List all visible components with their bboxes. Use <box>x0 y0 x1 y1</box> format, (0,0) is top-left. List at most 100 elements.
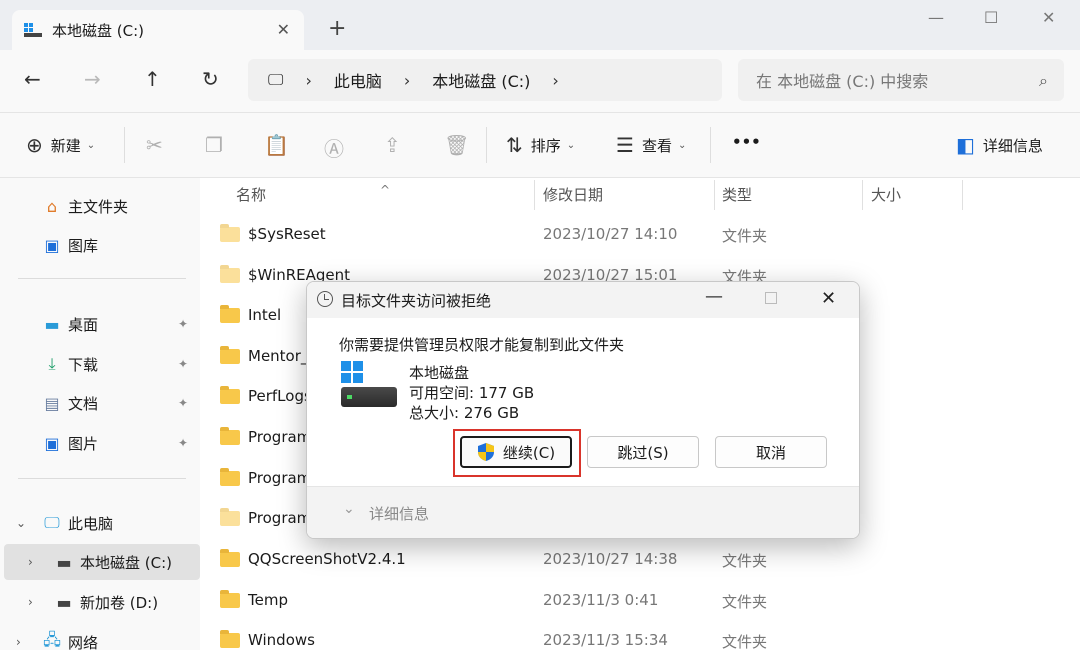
sidebar-item-network[interactable]: › 🖧 网络 <box>0 624 196 650</box>
breadcrumb-separator[interactable]: › <box>305 71 311 90</box>
table-row[interactable]: QQScreenShotV2.4.1 2023/10/27 14:38 文件夹 <box>220 540 1060 580</box>
more-details-link[interactable]: 详细信息 <box>369 503 429 524</box>
sort-label: 排序 <box>530 136 561 155</box>
breadcrumb-separator[interactable]: › <box>404 71 410 90</box>
folder-icon <box>220 386 240 404</box>
sidebar-item-desktop[interactable]: ▬ 桌面 ✦ <box>0 306 196 342</box>
windows-logo-icon <box>341 361 363 383</box>
chevron-right-icon[interactable]: › <box>28 595 33 609</box>
forward-button[interactable]: → <box>84 68 101 90</box>
sidebar-item-drive-c[interactable]: › ▬ 本地磁盘 (C:) <box>4 544 200 580</box>
address-bar[interactable]: 🖵 › 此电脑 › 本地磁盘 (C:) › <box>248 59 722 101</box>
sidebar-item-gallery[interactable]: ▣ 图库 <box>0 227 196 263</box>
new-tab-button[interactable]: + <box>328 18 346 40</box>
paste-icon[interactable]: 📋 <box>264 133 289 157</box>
copy-icon[interactable]: ❐ <box>205 133 223 157</box>
navigation-pane: ⌂ 主文件夹 ▣ 图库 ▬ 桌面 ✦ ⤓ 下载 ✦ ▤ 文档 ✦ ▣ 图片 ✦ … <box>0 178 200 650</box>
chevron-down-icon: ⌄ <box>86 139 96 151</box>
column-divider[interactable] <box>714 180 715 210</box>
sidebar-item-label: 此电脑 <box>68 514 114 533</box>
pin-icon[interactable]: ✦ <box>178 396 188 410</box>
close-window-button[interactable]: ✕ <box>1042 8 1055 27</box>
dialog-close-button[interactable]: ✕ <box>821 288 836 309</box>
back-button[interactable]: ← <box>24 68 41 90</box>
column-divider[interactable] <box>534 180 535 210</box>
file-date: 2023/11/3 15:34 <box>543 631 668 649</box>
drive-icon: ▬ <box>56 552 72 572</box>
dialog-body: 你需要提供管理员权限才能复制到此文件夹 本地磁盘 可用空间: 177 GB 总大… <box>307 318 859 486</box>
skip-button[interactable]: 跳过(S) <box>587 436 699 468</box>
folder-icon <box>220 468 240 486</box>
maximize-button[interactable]: ☐ <box>984 8 998 27</box>
file-name: Mentor_ <box>248 347 309 365</box>
pin-icon[interactable]: ✦ <box>178 436 188 450</box>
gallery-icon: ▣ <box>44 235 60 255</box>
chevron-right-icon[interactable]: › <box>16 635 21 649</box>
free-space: 可用空间: 177 GB <box>409 384 535 402</box>
dialog-footer[interactable]: ⌄ 详细信息 <box>307 486 859 538</box>
access-denied-dialog: 目标文件夹访问被拒绝 — ✕ 你需要提供管理员权限才能复制到此文件夹 本地磁盘 … <box>306 281 860 539</box>
table-row[interactable]: Windows 2023/11/3 15:34 文件夹 <box>220 621 1060 650</box>
view-icon: ☰ <box>616 133 634 157</box>
share-icon[interactable]: ⇪ <box>384 133 401 157</box>
picture-icon: ▣ <box>44 433 60 453</box>
sidebar-item-pictures[interactable]: ▣ 图片 ✦ <box>0 425 196 461</box>
cut-icon[interactable]: ✂ <box>146 133 163 157</box>
divider <box>124 127 125 163</box>
pin-icon[interactable]: ✦ <box>178 317 188 331</box>
column-header-type[interactable]: 类型 <box>722 178 752 210</box>
table-row[interactable]: $SysReset 2023/10/27 14:10 文件夹 <box>220 215 1060 255</box>
sort-button[interactable]: ⇅ 排序 ⌄ <box>506 133 575 157</box>
column-header-size[interactable]: 大小 <box>871 178 901 210</box>
details-pane-button[interactable]: ◧ 详细信息 <box>956 133 1043 157</box>
column-header-name[interactable]: 名称 <box>236 178 266 210</box>
file-name: Program <box>248 428 312 446</box>
delete-icon[interactable]: 🗑 <box>444 133 469 157</box>
folder-icon <box>220 427 240 445</box>
file-type: 文件夹 <box>722 633 768 650</box>
sidebar-item-documents[interactable]: ▤ 文档 ✦ <box>0 385 196 421</box>
divider <box>486 127 487 163</box>
view-button[interactable]: ☰ 查看 ⌄ <box>616 133 686 157</box>
download-icon: ⤓ <box>48 354 56 373</box>
chevron-down-icon[interactable]: ⌄ <box>16 516 26 530</box>
chevron-right-icon[interactable]: › <box>28 555 33 569</box>
pin-icon[interactable]: ✦ <box>178 357 188 371</box>
sidebar-item-home[interactable]: ⌂ 主文件夹 <box>0 188 196 224</box>
more-options-button[interactable]: ••• <box>732 133 761 151</box>
tab-local-disk[interactable]: 本地磁盘 (C:) ✕ <box>12 10 304 50</box>
breadcrumb-separator[interactable]: › <box>552 71 558 90</box>
refresh-button[interactable]: ↻ <box>202 68 219 90</box>
up-button[interactable]: ↑ <box>144 68 161 90</box>
folder-icon <box>220 508 240 526</box>
folder-icon <box>220 590 240 608</box>
new-button[interactable]: ⊕ 新建 ⌄ <box>26 133 95 157</box>
clock-icon <box>317 291 333 307</box>
dialog-maximize-button <box>765 292 777 304</box>
table-row[interactable]: Temp 2023/11/3 0:41 文件夹 <box>220 581 1060 621</box>
folder-icon <box>220 224 240 242</box>
cancel-button[interactable]: 取消 <box>715 436 827 468</box>
breadcrumb-local-disk[interactable]: 本地磁盘 (C:) <box>432 68 530 92</box>
folder-icon <box>220 265 240 283</box>
minimize-button[interactable]: — <box>928 8 944 27</box>
search-box[interactable]: 在 本地磁盘 (C:) 中搜索 ⌕ <box>738 59 1064 101</box>
file-name: QQScreenShotV2.4.1 <box>248 550 406 568</box>
chevron-down-icon: ⌄ <box>677 139 687 151</box>
dialog-minimize-button[interactable]: — <box>705 286 723 307</box>
sidebar-item-drive-d[interactable]: › ▬ 新加卷 (D:) <box>0 584 196 620</box>
drive-icon <box>24 23 42 37</box>
rename-icon[interactable]: Ⓐ <box>324 133 344 162</box>
new-label: 新建 <box>50 136 81 155</box>
tab-close-icon[interactable]: ✕ <box>277 20 290 39</box>
file-name: Temp <box>248 591 288 609</box>
column-divider[interactable] <box>862 180 863 210</box>
breadcrumb-this-pc[interactable]: 此电脑 <box>334 68 382 92</box>
navigation-bar: ← → ↑ ↻ 🖵 › 此电脑 › 本地磁盘 (C:) › 在 本地磁盘 (C:… <box>0 50 1080 112</box>
chevron-down-icon[interactable]: ⌄ <box>343 501 355 517</box>
sidebar-item-this-pc[interactable]: ⌄ 🖵 此电脑 <box>0 505 196 541</box>
column-header-modified[interactable]: 修改日期 <box>543 178 603 210</box>
sidebar-item-downloads[interactable]: ⤓ 下载 ✦ <box>0 346 196 382</box>
details-pane-icon: ◧ <box>956 133 975 157</box>
column-divider[interactable] <box>962 180 963 210</box>
